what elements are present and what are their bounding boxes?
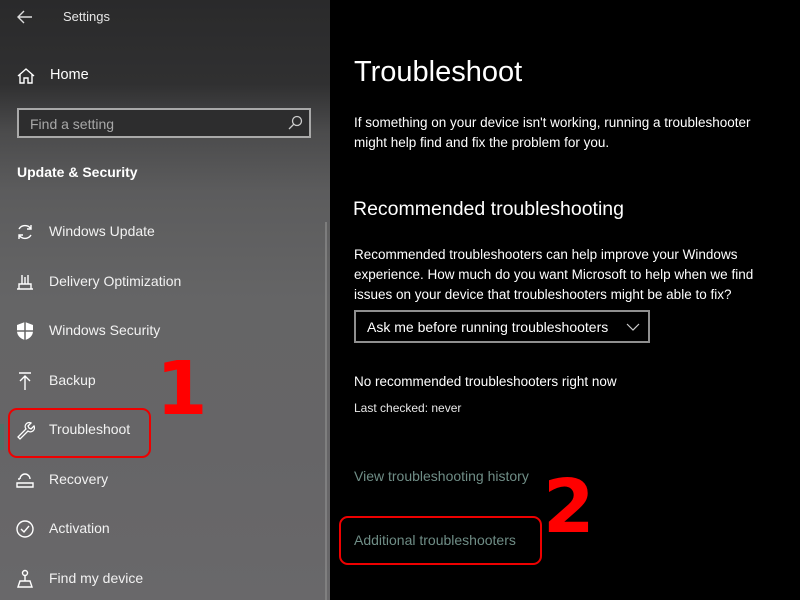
sidebar-item-windows-update[interactable]: Windows Update — [0, 212, 318, 252]
sidebar-home[interactable]: Home — [0, 62, 330, 90]
sidebar-item-delivery-optimization[interactable]: Delivery Optimization — [0, 262, 318, 302]
sync-icon — [18, 224, 32, 240]
title-bar: Settings — [0, 0, 330, 36]
section-title: Update & Security — [17, 164, 138, 180]
intro-text: If something on your device isn't workin… — [354, 113, 751, 153]
sidebar-item-label: Find my device — [49, 570, 144, 586]
home-label: Home — [50, 67, 89, 83]
annotation-box-1 — [8, 408, 151, 458]
recommended-description: Recommended troubleshooters can help imp… — [354, 245, 753, 305]
sidebar-item-label: Windows Update — [49, 223, 155, 239]
status-text: No recommended troubleshooters right now — [354, 374, 617, 389]
dropdown-value: Ask me before running troubleshooters — [367, 319, 609, 335]
search-icon[interactable] — [287, 115, 303, 131]
sidebar-item-label: Activation — [49, 520, 110, 536]
find-device-icon — [17, 569, 33, 588]
check-circle-icon — [16, 520, 34, 538]
sidebar-item-activation[interactable]: Activation — [0, 509, 318, 549]
annotation-number-1: 1 — [156, 346, 208, 432]
sidebar-item-windows-security[interactable]: Windows Security — [0, 311, 318, 351]
desc-line-2: experience. How much do you want Microso… — [354, 267, 754, 282]
sidebar-item-recovery[interactable]: Recovery — [0, 460, 318, 500]
troubleshoot-preference-dropdown[interactable]: Ask me before running troubleshooters — [354, 310, 650, 343]
view-history-link[interactable]: View troubleshooting history — [354, 468, 529, 484]
last-checked: Last checked: never — [354, 401, 462, 415]
shield-icon — [17, 322, 33, 340]
home-icon — [17, 68, 35, 84]
sidebar-item-find-my-device[interactable]: Find my device — [0, 559, 318, 599]
annotation-number-2: 2 — [543, 464, 595, 550]
desc-line-3: issues on your device that troubleshoote… — [354, 287, 732, 302]
intro-line-1: If something on your device isn't workin… — [354, 115, 751, 130]
intro-line-2: might help find and fix the problem for … — [354, 135, 610, 150]
sidebar: Settings Home Find a setting Update & Se… — [0, 0, 330, 600]
selected-indicator — [0, 424, 4, 450]
sidebar-scrollbar[interactable] — [325, 222, 327, 600]
delivery-optimization-icon — [17, 275, 33, 290]
sidebar-item-label: Delivery Optimization — [49, 273, 182, 289]
sidebar-item-label: Windows Security — [49, 322, 161, 338]
sidebar-item-label: Backup — [49, 372, 96, 388]
upload-arrow-icon — [19, 372, 31, 390]
chevron-down-icon — [626, 323, 640, 331]
desc-line-1: Recommended troubleshooters can help imp… — [354, 247, 738, 262]
page-title: Troubleshoot — [354, 56, 523, 88]
search-placeholder: Find a setting — [30, 116, 115, 132]
recovery-icon — [16, 473, 34, 488]
app-title: Settings — [63, 9, 110, 24]
back-arrow-icon[interactable] — [14, 6, 36, 28]
annotation-box-2 — [339, 516, 542, 565]
sidebar-item-label: Recovery — [49, 471, 109, 487]
recommended-heading: Recommended troubleshooting — [353, 198, 625, 220]
search-input[interactable]: Find a setting — [17, 108, 311, 138]
